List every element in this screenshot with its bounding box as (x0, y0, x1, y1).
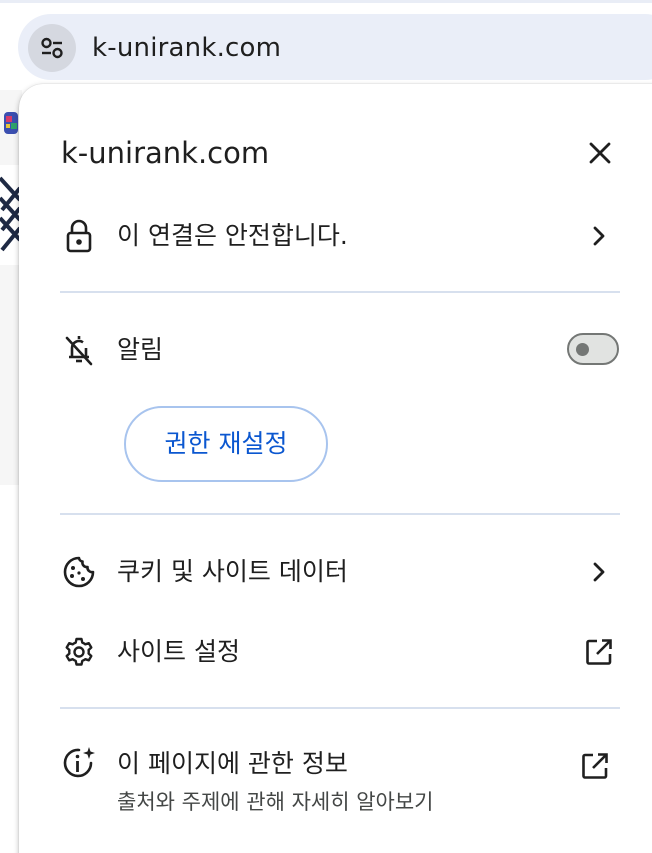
connection-security-label: 이 연결은 안전합니다. (117, 221, 348, 250)
url-text[interactable]: k-unirank.com (92, 30, 281, 66)
gear-icon (61, 634, 97, 670)
site-info-popup: k-unirank.com 이 연결은 안전합니다. 알림 권한 재설정 쿠키 … (19, 84, 652, 853)
close-icon (588, 141, 612, 165)
about-page-label: 이 페이지에 관한 정보 (117, 749, 348, 778)
notifications-toggle[interactable] (567, 333, 619, 365)
open-in-new-icon (582, 635, 616, 669)
about-page-sublabel: 출처와 주제에 관해 자세히 알아보기 (117, 790, 434, 814)
chevron-right-icon (582, 219, 616, 253)
site-info-button[interactable] (28, 24, 76, 72)
open-in-new-icon (578, 749, 612, 783)
cookies-row[interactable]: 쿠키 및 사이트 데이터 (19, 550, 639, 594)
notifications-row: 알림 (19, 328, 639, 372)
connection-security-row[interactable]: 이 연결은 안전합니다. (19, 214, 639, 258)
cookie-icon (61, 554, 97, 590)
notifications-off-icon (61, 332, 97, 368)
toggle-knob (576, 343, 589, 356)
tune-icon (39, 35, 65, 61)
divider (60, 291, 620, 293)
site-settings-row[interactable]: 사이트 설정 (19, 630, 639, 674)
reset-permissions-button[interactable]: 권한 재설정 (124, 406, 328, 482)
address-bar[interactable]: k-unirank.com (18, 14, 652, 80)
chevron-right-icon (582, 555, 616, 589)
close-button[interactable] (583, 136, 617, 170)
tab-strip-edge (0, 0, 652, 3)
notifications-label: 알림 (117, 335, 164, 364)
about-page-row[interactable]: 이 페이지에 관한 정보 출처와 주제에 관해 자세히 알아보기 (19, 744, 639, 824)
divider (60, 707, 620, 709)
info-sparkle-icon (61, 746, 97, 782)
browser-window: k-unirank.com k-unirank.com 이 연결은 안전합니다.… (0, 0, 652, 853)
divider (60, 513, 620, 515)
cookies-label: 쿠키 및 사이트 데이터 (117, 557, 348, 586)
lock-icon (61, 218, 97, 254)
popup-title: k-unirank.com (61, 136, 270, 170)
site-settings-label: 사이트 설정 (117, 637, 240, 666)
background-favicon (2, 110, 20, 136)
